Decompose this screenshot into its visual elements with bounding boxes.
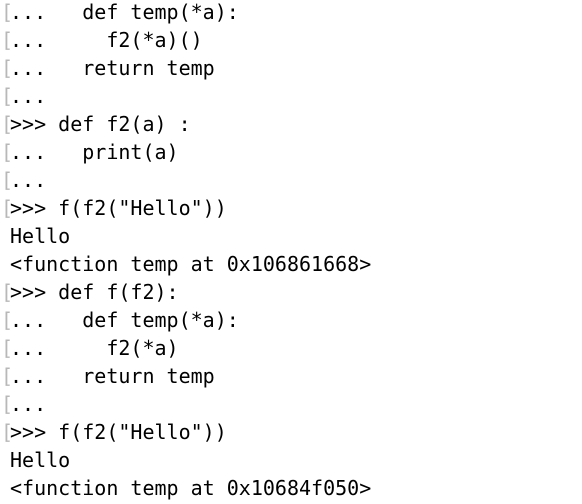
- line-text: >>> def f(f2):: [10, 280, 179, 304]
- terminal-line: [>>> f(f2("Hello")): [0, 194, 582, 222]
- terminal-line: [... f2(*a)(): [0, 26, 582, 54]
- terminal-line: [...: [0, 82, 582, 110]
- line-marker: [: [1, 112, 14, 136]
- line-text: >>> f(f2("Hello")): [10, 196, 227, 220]
- line-text: ... print(a): [10, 140, 179, 164]
- line-text: ... def temp(*a):: [10, 0, 239, 24]
- terminal-line: [...: [0, 166, 582, 194]
- terminal-output[interactable]: [... def temp(*a): [... f2(*a)() [... re…: [0, 0, 582, 504]
- terminal-line: [... return temp: [0, 362, 582, 390]
- line-text: >>> def f2(a) :: [10, 112, 191, 136]
- line-marker: [: [1, 308, 14, 332]
- line-text: >>> f(f2("Hello")): [10, 420, 227, 444]
- line-marker: [: [1, 0, 14, 24]
- line-text: <function temp at 0x106861668>: [10, 252, 372, 276]
- line-marker: [: [1, 392, 14, 416]
- terminal-line: [>>> f(f2("Hello")): [0, 418, 582, 446]
- terminal-line: [>>> def f2(a) :: [0, 110, 582, 138]
- line-marker: [: [1, 140, 14, 164]
- line-text: ...: [10, 392, 47, 416]
- line-marker: [: [1, 364, 14, 388]
- line-text: ... f2(*a)(): [10, 28, 203, 52]
- line-marker: [: [1, 84, 14, 108]
- line-marker: [: [1, 168, 14, 192]
- line-text: Hello: [10, 448, 71, 472]
- terminal-line: [... print(a): [0, 138, 582, 166]
- line-marker: [: [1, 336, 14, 360]
- terminal-line: Hello: [0, 446, 582, 474]
- line-text: <function temp at 0x10684f050>: [10, 476, 372, 500]
- terminal-line: [... f2(*a): [0, 334, 582, 362]
- terminal-line: [>>> def f(f2):: [0, 278, 582, 306]
- line-text: ... return temp: [10, 56, 215, 80]
- terminal-line: [... return temp: [0, 54, 582, 82]
- terminal-line: [... def temp(*a):: [0, 306, 582, 334]
- terminal-line: <function temp at 0x10684f050>: [0, 474, 582, 502]
- line-marker: [: [1, 420, 14, 444]
- terminal-line: <function temp at 0x106861668>: [0, 250, 582, 278]
- line-text: ... f2(*a): [10, 336, 179, 360]
- line-text: Hello: [10, 224, 71, 248]
- line-text: ...: [10, 168, 47, 192]
- line-text: ...: [10, 84, 47, 108]
- terminal-line: [...: [0, 390, 582, 418]
- line-marker: [: [1, 280, 14, 304]
- terminal-line: Hello: [0, 222, 582, 250]
- line-text: ... return temp: [10, 364, 215, 388]
- line-marker: [: [1, 56, 14, 80]
- line-marker: [: [1, 196, 14, 220]
- terminal-line: [... def temp(*a):: [0, 0, 582, 26]
- line-marker: [: [1, 28, 14, 52]
- line-text: ... def temp(*a):: [10, 308, 239, 332]
